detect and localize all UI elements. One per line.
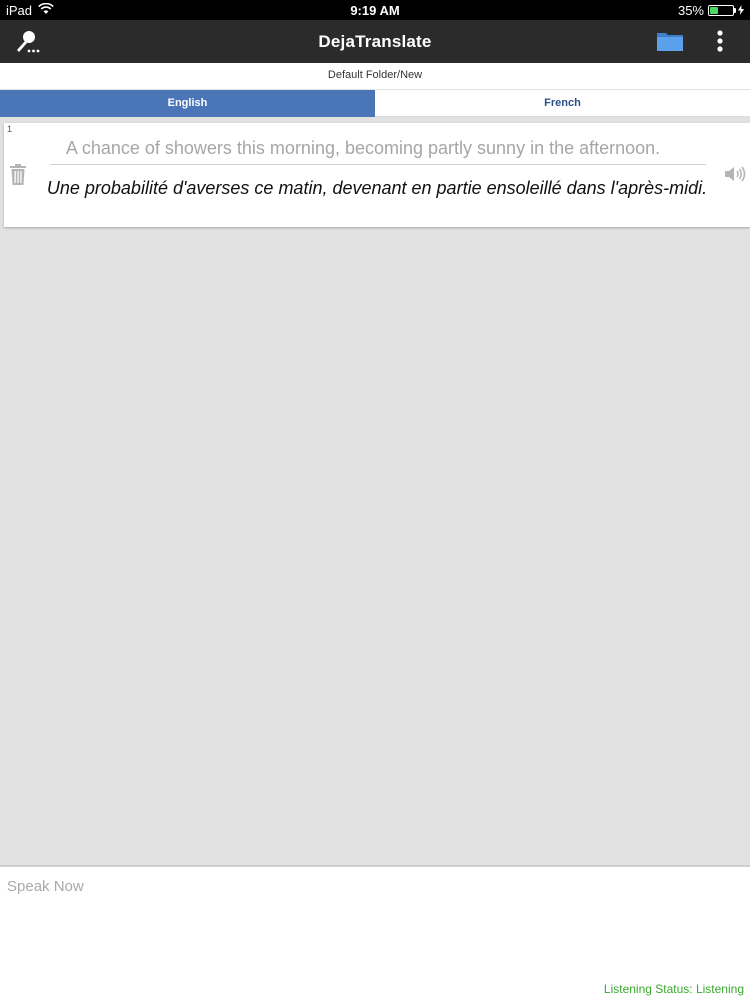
tab-english[interactable]: English [0,90,375,117]
translation-list: 1 A chance of showers this morning, beco… [0,117,750,865]
speaker-icon[interactable] [724,165,746,183]
battery-icon [708,5,736,16]
folder-icon[interactable] [656,30,684,52]
app-title: DejaTranslate [318,32,432,51]
more-vertical-icon[interactable] [710,29,730,55]
language-tabs: English French [0,90,750,117]
entry-number: 1 [7,124,13,134]
speech-panel: Listening Status: Listening [0,865,750,1000]
battery-fill [710,7,718,14]
status-right: 35% [678,3,744,18]
translation-entry[interactable]: 1 A chance of showers this morning, beco… [4,123,750,227]
folder-path[interactable]: Default Folder/New [0,63,750,90]
trash-icon[interactable] [9,164,27,185]
tab-french[interactable]: French [375,90,750,117]
source-text: A chance of showers this morning, becomi… [65,138,661,158]
charging-icon [738,3,744,18]
translated-text: Une probabilité d'averses ce matin, deve… [46,178,708,198]
listening-status: Listening Status: Listening [603,982,744,996]
speak-input[interactable] [5,877,709,896]
clock: 9:19 AM [350,3,400,18]
battery-percent: 35% [677,3,704,18]
entry-divider [50,164,706,165]
screen: iPad 9:19 AM 35% DejaTranslate Default F… [0,0,750,1000]
status-bar: iPad 9:19 AM 35% [0,0,750,20]
app-bar: DejaTranslate [0,20,750,63]
